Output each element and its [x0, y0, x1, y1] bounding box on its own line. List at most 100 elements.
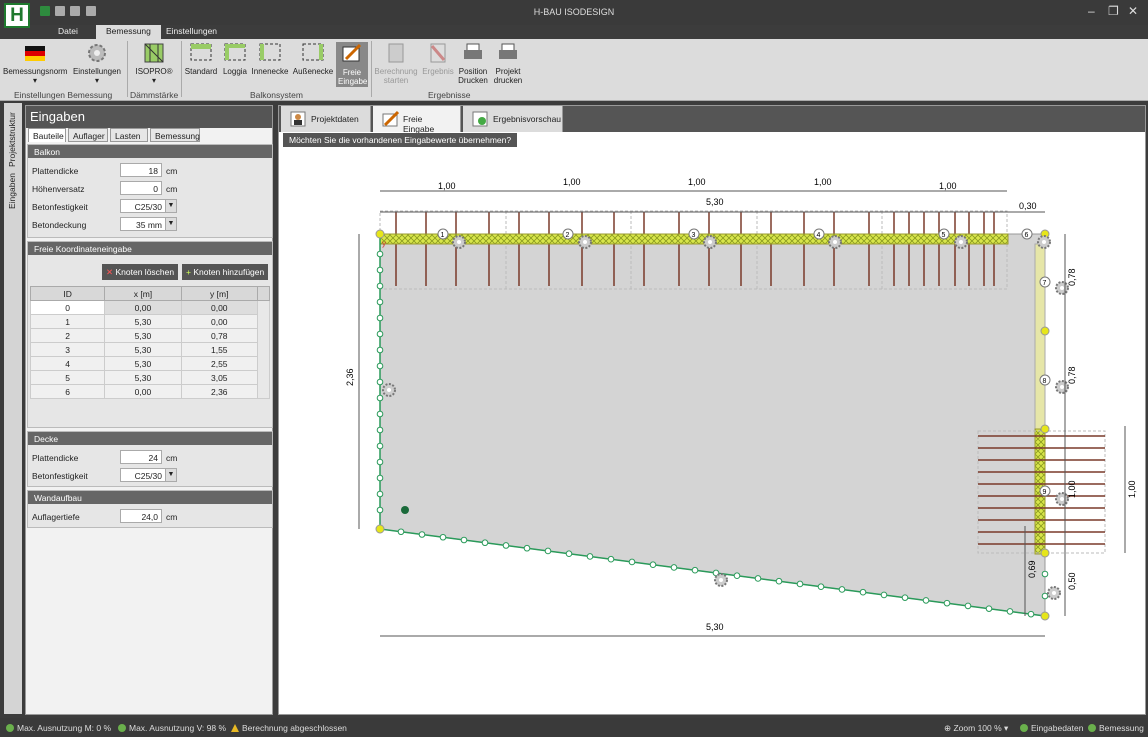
chevron-down-icon[interactable]: ▼ — [165, 468, 177, 482]
cell-id[interactable]: 6 — [29, 384, 106, 399]
decke-section: Decke Plattendicke 24 cm Betonfestigkeit… — [27, 431, 273, 487]
cell-x[interactable]: 5,30 — [104, 342, 182, 357]
cell-id[interactable]: 4 — [29, 356, 106, 371]
dim-total-top: 5,30 — [706, 197, 724, 207]
tab-bemessung[interactable]: Bemessung — [96, 25, 161, 39]
berechnung-starten-button[interactable]: Berechnung starten — [373, 42, 419, 85]
table-scrollbar[interactable] — [256, 300, 271, 399]
tab-bauteile[interactable]: Bauteile — [28, 128, 66, 142]
table-row[interactable]: 0 0,00 0,00 — [29, 300, 271, 399]
col-y[interactable]: y [m] — [180, 286, 258, 301]
edge-marker — [607, 555, 615, 563]
cell-id[interactable]: 1 — [29, 314, 106, 329]
cell-y[interactable]: 0,00 — [180, 300, 258, 315]
hoehenversatz-input[interactable]: 0 — [120, 181, 162, 195]
edge-marker — [376, 282, 384, 290]
status-eingabedaten-text: Eingabedaten — [1031, 723, 1084, 733]
edge-marker — [796, 580, 804, 588]
cell-id[interactable]: 0 — [29, 300, 106, 315]
cell-x[interactable]: 5,30 — [104, 328, 182, 343]
tab-lasten[interactable]: Lasten — [110, 128, 148, 142]
isopro-button[interactable]: ISOPRO® ▾ — [130, 42, 178, 85]
balcony-drawing[interactable]: y 1 2 3 4 5 6 7 8 9 1,00 1,00 1,00 1,00 1,00 5,3… — [279, 106, 1145, 714]
cell-y[interactable]: 1,55 — [180, 342, 258, 357]
gear-center — [708, 240, 712, 244]
minimize-icon[interactable]: – — [1088, 4, 1095, 18]
decke-betonfestigkeit-select[interactable]: C25/30 — [120, 468, 166, 482]
isopro-label: ISOPRO® — [135, 67, 173, 76]
gear-center — [1060, 385, 1064, 389]
decke-plattendicke-input[interactable]: 24 — [120, 450, 162, 464]
position-drucken-button[interactable]: Position Drucken — [456, 42, 490, 85]
auflagertiefe-input[interactable]: 24,0 — [120, 509, 162, 523]
wandaufbau-header: Wandaufbau — [28, 491, 272, 504]
cell-id[interactable]: 5 — [29, 370, 106, 385]
knoten-hinzufuegen-label: Knoten hinzufügen — [193, 267, 265, 277]
einstellungen-button[interactable]: Einstellungen ▾ — [70, 42, 124, 85]
cell-y[interactable]: 2,55 — [180, 356, 258, 371]
status-bemessung-text: Bemessung — [1099, 723, 1144, 733]
tab-auflager[interactable]: Auflager — [68, 128, 108, 142]
balcony-slab[interactable] — [379, 233, 1046, 617]
node-label: 8 — [1043, 378, 1047, 385]
standard-button[interactable]: Standard — [184, 42, 218, 76]
tab-projektstruktur[interactable]: Projektstruktur — [7, 107, 17, 167]
table-row[interactable]: 2 5,30 0,78 — [29, 328, 270, 343]
ergebnis-button[interactable]: Ergebnis — [421, 42, 455, 76]
plattendicke-input[interactable]: 18 — [120, 163, 162, 177]
knoten-loeschen-button[interactable]: ✕ Knoten löschen — [102, 264, 179, 280]
origin-marker[interactable] — [401, 506, 409, 514]
col-id[interactable]: ID — [29, 286, 106, 301]
loggia-button[interactable]: Loggia — [220, 42, 250, 76]
dim-segment-5: 1,00 — [939, 181, 957, 191]
projekt-drucken-button[interactable]: Projekt drucken — [491, 42, 525, 85]
table-row[interactable]: 1 5,30 0,00 — [29, 314, 270, 329]
status-bemessung[interactable]: Bemessung — [1088, 723, 1144, 733]
table-row[interactable]: 4 5,30 2,55 — [29, 356, 270, 371]
cell-x[interactable]: 0,00 — [104, 300, 182, 315]
cell-id[interactable]: 3 — [29, 342, 106, 357]
betonfestigkeit-select[interactable]: C25/30 — [120, 199, 166, 213]
cell-x[interactable]: 0,00 — [104, 384, 182, 399]
loggia-label: Loggia — [222, 67, 248, 76]
right-edge-strip[interactable] — [1034, 243, 1046, 430]
restore-icon[interactable]: ❐ — [1108, 4, 1119, 18]
innenecke-button[interactable]: Innenecke — [250, 42, 290, 76]
table-row[interactable]: 6 0,00 2,36 — [29, 384, 270, 399]
betondeckung-select[interactable]: 35 mm — [120, 217, 166, 231]
cell-y[interactable]: 3,05 — [180, 370, 258, 385]
node-corner[interactable] — [1040, 424, 1050, 434]
standard-label: Standard — [184, 67, 218, 76]
chevron-down-icon[interactable]: ▼ — [165, 217, 177, 231]
cell-y[interactable]: 2,36 — [180, 384, 258, 399]
ribbon: Bemessungsnorm ▾ Einstellungen ▾ ISOPRO® ▾ … — [0, 39, 1148, 101]
dim-bottom: 5,30 — [706, 622, 724, 632]
knoten-hinzufuegen-button[interactable]: + Knoten hinzufügen — [182, 264, 269, 280]
table-row[interactable]: 3 5,30 1,55 — [29, 342, 270, 357]
cell-x[interactable]: 5,30 — [104, 356, 182, 371]
close-icon[interactable]: ✕ — [1128, 4, 1138, 18]
bemessungsnorm-button[interactable]: Bemessungsnorm ▾ — [3, 42, 67, 85]
aussenecke-button[interactable]: Außenecke — [291, 42, 335, 76]
node-corner[interactable] — [375, 229, 385, 239]
cell-x[interactable]: 5,30 — [104, 314, 182, 329]
node-corner[interactable] — [1040, 326, 1050, 336]
col-x[interactable]: x [m] — [104, 286, 182, 301]
tab-eingaben[interactable]: Eingaben — [7, 169, 17, 209]
cell-y[interactable]: 0,78 — [180, 328, 258, 343]
tab-bemessung-sub[interactable]: Bemessung — [150, 128, 200, 142]
node-corner[interactable] — [375, 524, 385, 534]
edge-marker — [691, 566, 699, 574]
freie-eingabe-button[interactable]: Freie Eingabe — [336, 42, 368, 87]
status-eingabedaten[interactable]: Eingabedaten — [1020, 723, 1083, 733]
cell-id[interactable]: 2 — [29, 328, 106, 343]
tab-datei[interactable]: Datei — [48, 25, 88, 39]
cell-y[interactable]: 0,00 — [180, 314, 258, 329]
table-row[interactable]: 5 5,30 3,05 — [29, 370, 270, 385]
node-corner[interactable] — [1040, 611, 1050, 621]
cell-x[interactable]: 5,30 — [104, 370, 182, 385]
tab-einstellungen[interactable]: Einstellungen — [156, 25, 227, 39]
node-corner[interactable] — [1040, 548, 1050, 558]
chevron-down-icon[interactable]: ▼ — [165, 199, 177, 213]
zoom-control[interactable]: ⊕ Zoom 100 % ▾ — [944, 723, 1008, 734]
